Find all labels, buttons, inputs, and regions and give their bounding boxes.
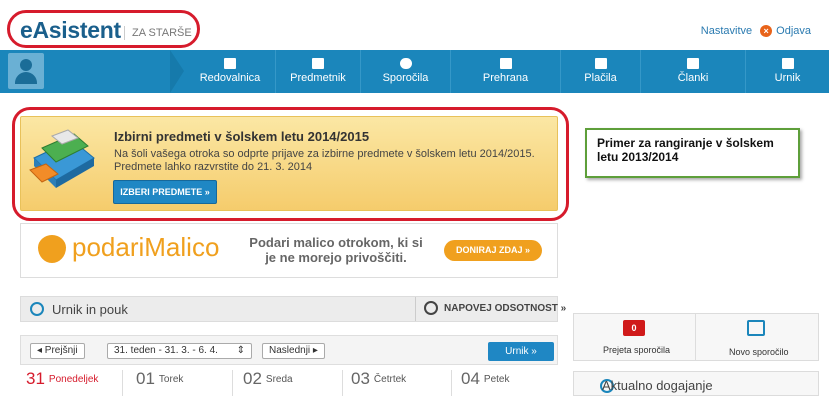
day-tab-tuesday[interactable]: 01 Torek (136, 369, 183, 396)
day-name: Torek (158, 374, 184, 385)
divider (695, 314, 696, 360)
day-tab-wednesday[interactable]: 02 Sreda (243, 369, 293, 396)
new-message-link[interactable]: Novo sporočilo (729, 347, 789, 357)
schedule-title: Urnik in pouk (52, 302, 128, 317)
logout-icon: × (760, 25, 773, 37)
donate-text-line1: Podari malico otrokom, ki si (249, 235, 423, 250)
calendar-icon (781, 58, 794, 69)
settings-link[interactable]: Nastavitve (701, 25, 752, 37)
logout-link[interactable]: × Odjava (760, 25, 811, 37)
nav-item-predmetnik[interactable]: Predmetnik (275, 50, 360, 93)
day-number: 02 (243, 369, 262, 388)
clock-icon (424, 301, 438, 315)
annotation-box: Primer za rangiranje v šolskem letu 2013… (585, 128, 800, 178)
donate-text-line2: je ne morejo privoščiti. (265, 250, 407, 265)
news-title: Aktualno dogajanje (602, 378, 713, 393)
schedule-button[interactable]: Urnik » (488, 342, 554, 361)
highlight-oval-banner (12, 107, 569, 221)
previous-week-button[interactable]: ◂ Prejšnji (30, 343, 85, 359)
nav-item-label: Članki (677, 72, 709, 84)
day-name: Ponedeljek (48, 374, 99, 385)
logout-link-label: Odjava (776, 25, 811, 37)
divider (415, 297, 416, 321)
day-tab-friday[interactable]: 04 Petek (461, 369, 510, 396)
divider (122, 370, 123, 396)
podari-malico-logo[interactable]: podariMalico (38, 232, 220, 264)
divider (451, 370, 452, 396)
nav-item-label: Prehrana (482, 72, 529, 84)
nav-item-urnik[interactable]: Urnik (745, 50, 829, 93)
nav-item-sporocila[interactable]: Sporočila (360, 50, 450, 93)
food-icon (499, 58, 512, 69)
apple-icon (38, 235, 66, 264)
nav-item-label: Sporočila (382, 72, 429, 84)
report-absence-label: NAPOVEJ ODSOTNOST » (444, 302, 567, 314)
divider (232, 370, 233, 396)
wallet-icon (594, 58, 607, 69)
next-week-button[interactable]: Naslednji ▸ (262, 343, 325, 359)
day-name: Četrtek (373, 374, 407, 385)
message-count-badge[interactable]: 0 (623, 320, 645, 336)
user-avatar[interactable] (8, 53, 44, 89)
day-number: 04 (461, 369, 480, 388)
nav-item-placila[interactable]: Plačila (560, 50, 640, 93)
select-arrows-icon: ⇕ (236, 345, 245, 356)
day-name: Sreda (265, 374, 293, 385)
day-tab-thursday[interactable]: 03 Četrtek (351, 369, 406, 396)
plus-square-icon (687, 58, 699, 69)
nav-item-redovalnica[interactable]: Redovalnica (185, 50, 275, 93)
day-tab-monday[interactable]: 31 Ponedeljek (26, 369, 98, 396)
day-number: 31 (26, 369, 45, 388)
day-number: 01 (136, 369, 155, 388)
report-absence-link[interactable]: NAPOVEJ ODSOTNOST » (424, 301, 566, 315)
donate-now-button[interactable]: DONIRAJ ZDAJ » (444, 240, 542, 261)
gradebook-icon (224, 58, 236, 69)
day-name: Petek (483, 374, 510, 385)
nav-item-label: Predmetnik (290, 72, 346, 84)
received-messages-link[interactable]: Prejeta sporočila (603, 345, 670, 355)
highlight-oval-logo (7, 10, 200, 48)
week-select-value: 31. teden - 31. 3. - 6. 4. (114, 345, 218, 356)
podari-malico-logo-text: podariMalico (72, 232, 220, 262)
nav-item-label: Redovalnica (199, 72, 261, 84)
nav-item-clanki[interactable]: Članki (640, 50, 745, 93)
day-number: 03 (351, 369, 370, 388)
clock-icon (30, 302, 44, 316)
nav-item-label: Plačila (584, 72, 617, 84)
plus-square-icon (312, 58, 324, 69)
chat-icon (399, 58, 412, 69)
nav-item-prehrana[interactable]: Prehrana (450, 50, 560, 93)
divider (342, 370, 343, 396)
top-links: Nastavitve × Odjava (701, 25, 811, 37)
donate-meal-text: Podari malico otrokom, ki si je ne morej… (236, 235, 436, 265)
navbar-arrow-decoration (170, 50, 184, 93)
edit-icon[interactable] (747, 320, 765, 336)
week-select[interactable]: 31. teden - 31. 3. - 6. 4. ⇕ (107, 343, 252, 359)
nav-item-label: Urnik (774, 72, 801, 84)
